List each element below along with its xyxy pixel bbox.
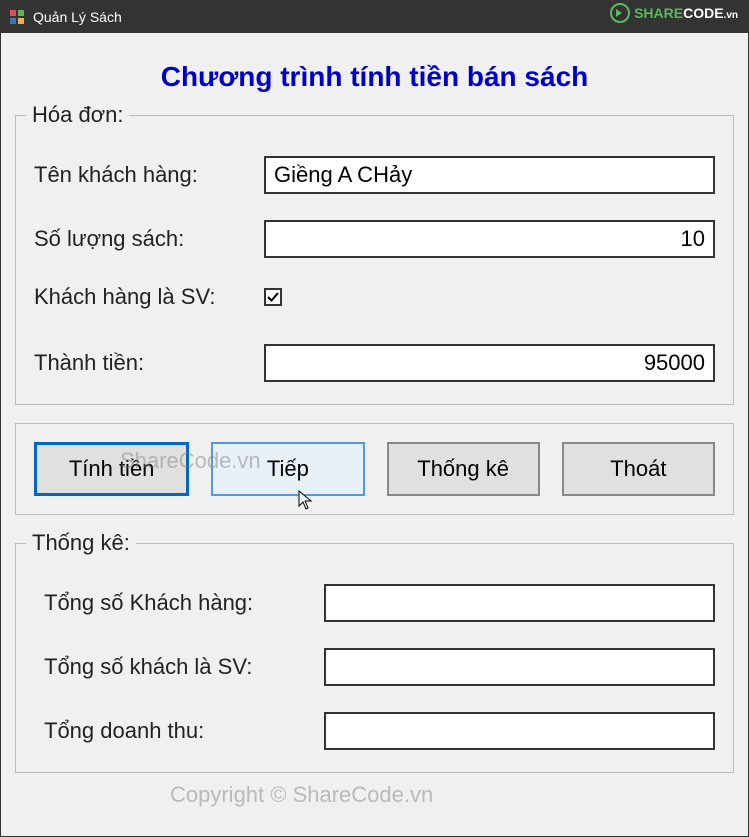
sharecode-logo: SHARECODE.vn — [610, 3, 738, 23]
total-sv-input[interactable] — [324, 648, 715, 686]
row-total-revenue: Tổng doanh thu: — [34, 712, 715, 750]
stats-button[interactable]: Thống kê — [387, 442, 540, 496]
total-revenue-label: Tổng doanh thu: — [34, 718, 324, 744]
content-area: Chương trình tính tiền bán sách Hóa đơn:… — [1, 33, 748, 801]
total-customers-label: Tổng số Khách hàng: — [34, 590, 324, 616]
sv-checkbox[interactable] — [264, 288, 282, 306]
calc-button[interactable]: Tính tiền — [34, 442, 189, 496]
app-window: Quản Lý Sách SHARECODE.vn Chương trình t… — [0, 0, 749, 837]
row-total-customers: Tổng số Khách hàng: — [34, 584, 715, 622]
total-input[interactable] — [264, 344, 715, 382]
sv-label: Khách hàng là SV: — [34, 284, 264, 310]
app-icon — [9, 9, 25, 25]
row-sv: Khách hàng là SV: — [34, 284, 715, 310]
qty-input[interactable] — [264, 220, 715, 258]
button-panel: Tính tiền Tiếp Thống kê Thoát — [15, 423, 734, 515]
next-button[interactable]: Tiếp — [211, 442, 364, 496]
row-total: Thành tiền: — [34, 344, 715, 382]
invoice-legend: Hóa đơn: — [26, 102, 129, 128]
exit-button[interactable]: Thoát — [562, 442, 715, 496]
qty-label: Số lượng sách: — [34, 226, 264, 252]
total-customers-input[interactable] — [324, 584, 715, 622]
stats-group: Thống kê: Tổng số Khách hàng: Tổng số kh… — [15, 543, 734, 773]
total-sv-label: Tổng số khách là SV: — [34, 654, 324, 680]
row-customer: Tên khách hàng: — [34, 156, 715, 194]
stats-legend: Thống kê: — [26, 530, 136, 556]
page-title: Chương trình tính tiền bán sách — [15, 61, 734, 93]
customer-input[interactable] — [264, 156, 715, 194]
total-label: Thành tiền: — [34, 350, 264, 376]
row-total-sv: Tổng số khách là SV: — [34, 648, 715, 686]
total-revenue-input[interactable] — [324, 712, 715, 750]
invoice-group: Hóa đơn: Tên khách hàng: Số lượng sách: … — [15, 115, 734, 405]
titlebar: Quản Lý Sách SHARECODE.vn — [1, 1, 748, 33]
customer-label: Tên khách hàng: — [34, 162, 264, 188]
row-quantity: Số lượng sách: — [34, 220, 715, 258]
